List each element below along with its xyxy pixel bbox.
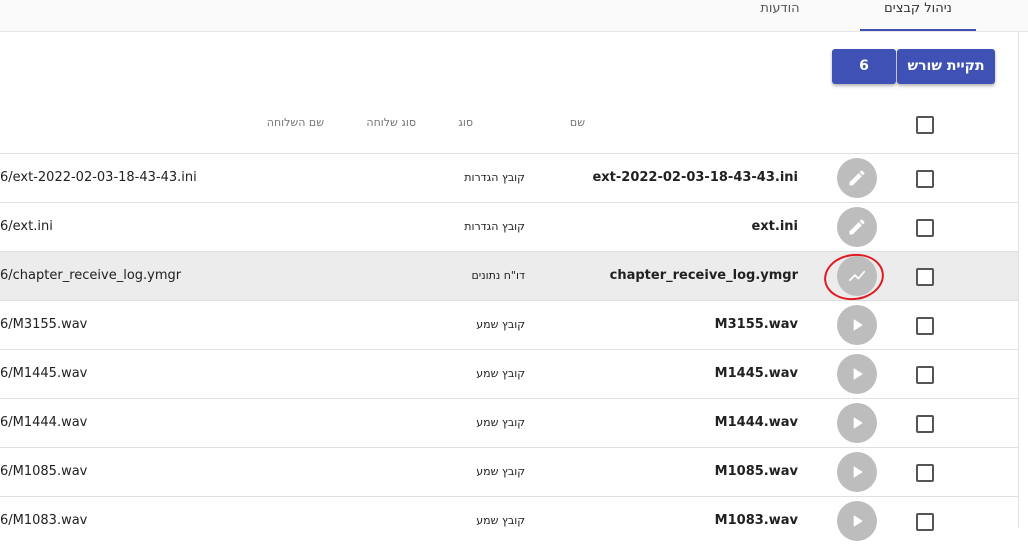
table-row[interactable]: ext.ini קובץ הגדרות 6/ext.ini [0, 202, 1018, 251]
file-type: קובץ שמע [476, 514, 525, 527]
tab-messages[interactable]: הודעות [720, 0, 840, 31]
file-path: 6/M1083.wav [0, 513, 88, 528]
row-action-button[interactable] [837, 207, 877, 247]
table-row[interactable]: M1083.wav קובץ שמע 6/M1083.wav [0, 496, 1018, 545]
row-checkbox[interactable] [916, 219, 934, 237]
file-path: 6/ext.ini [0, 219, 53, 234]
play-icon [853, 466, 863, 478]
file-name: M1445.wav [714, 366, 798, 381]
file-name: ext.ini [751, 219, 798, 234]
row-action-button[interactable] [837, 354, 877, 394]
play-icon [853, 319, 863, 331]
file-name: chapter_receive_log.ymgr [609, 268, 798, 283]
play-icon [853, 515, 863, 527]
file-path: 6/M1445.wav [0, 366, 88, 381]
file-type: קובץ שמע [476, 465, 525, 478]
row-checkbox[interactable] [916, 415, 934, 433]
file-path: 6/ext-2022-02-03-18-43-43.ini [0, 170, 197, 185]
file-name: M3155.wav [714, 317, 798, 332]
table-row[interactable]: ext-2022-02-03-18-43-43.ini קובץ הגדרות 6/… [0, 153, 1018, 202]
row-checkbox[interactable] [916, 366, 934, 384]
header-extension-name: שם השלוחה [266, 116, 324, 129]
play-icon [853, 417, 863, 429]
row-checkbox[interactable] [916, 170, 934, 188]
edit-icon [849, 219, 865, 235]
tab-file-management[interactable]: ניהול קבצים [860, 0, 976, 31]
play-icon [853, 368, 863, 380]
header-type: סוג [458, 116, 473, 129]
row-checkbox[interactable] [916, 317, 934, 335]
table-row[interactable]: M3155.wav קובץ שמע 6/M3155.wav [0, 300, 1018, 349]
folder-6-button[interactable]: 6 [832, 49, 896, 84]
file-type: קובץ שמע [476, 318, 525, 331]
file-path: 6/M1085.wav [0, 464, 88, 479]
scrollbar-edge [1018, 31, 1019, 528]
file-name: M1444.wav [714, 415, 798, 430]
file-name: M1085.wav [714, 464, 798, 479]
tab-bar: ניהול קבצים הודעות [0, 0, 1028, 32]
table-row[interactable]: M1444.wav קובץ שמע 6/M1444.wav [0, 398, 1018, 447]
file-name: M1083.wav [714, 513, 798, 528]
root-folder-button[interactable]: תקיית שורש [897, 49, 995, 84]
file-type: קובץ הגדרות [464, 171, 525, 184]
table-row[interactable]: M1085.wav קובץ שמע 6/M1085.wav [0, 447, 1018, 496]
table-row[interactable]: M1445.wav קובץ שמע 6/M1445.wav [0, 349, 1018, 398]
file-type: קובץ שמע [476, 367, 525, 380]
row-action-button[interactable] [837, 403, 877, 443]
file-type: דו"ח נתונים [471, 269, 525, 282]
edit-icon [849, 170, 865, 186]
header-extension-type: סוג שלוחה [366, 116, 416, 129]
file-path: 6/M3155.wav [0, 317, 88, 332]
row-checkbox[interactable] [916, 464, 934, 482]
row-action-button[interactable] [837, 452, 877, 492]
active-tab-indicator [860, 29, 976, 31]
row-checkbox[interactable] [916, 268, 934, 286]
file-name: ext-2022-02-03-18-43-43.ini [592, 170, 798, 185]
select-all-checkbox[interactable] [916, 116, 934, 134]
file-path: 6/M1444.wav [0, 415, 88, 430]
row-action-button[interactable] [837, 158, 877, 198]
file-type: קובץ שמע [476, 416, 525, 429]
row-action-button[interactable] [837, 501, 877, 541]
row-checkbox[interactable] [916, 513, 934, 531]
file-path: 6/chapter_receive_log.ymgr [0, 268, 182, 283]
header-name: שם [569, 116, 585, 129]
row-action-button[interactable] [837, 305, 877, 345]
file-type: קובץ הגדרות [464, 220, 525, 233]
